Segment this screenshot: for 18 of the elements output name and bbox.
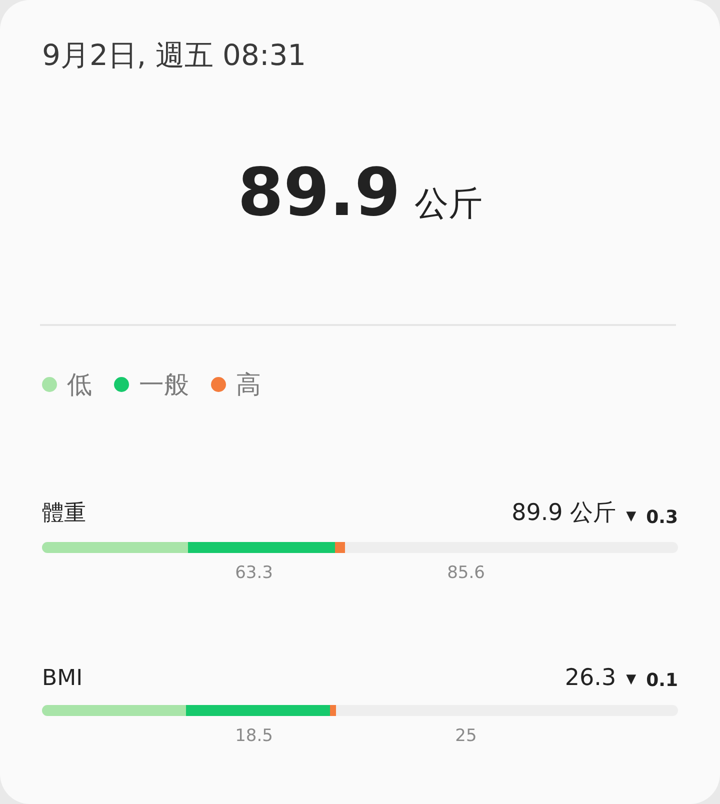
metric-name: BMI xyxy=(42,666,83,691)
threshold-label: 85.6 xyxy=(447,563,485,583)
metric-change: 0.1 xyxy=(646,670,678,691)
metric-change: 0.3 xyxy=(646,507,678,528)
legend-label: 低 xyxy=(67,369,92,401)
metric-name: 體重 xyxy=(42,500,86,528)
weight-value: 89.9 xyxy=(238,154,400,231)
threshold-label: 25 xyxy=(455,726,477,746)
legend-label: 高 xyxy=(236,369,261,401)
threshold-label: 63.3 xyxy=(235,563,273,583)
legend-label: 一般 xyxy=(139,369,189,401)
metric-value: 89.9 公斤 xyxy=(512,499,616,528)
date-time: 9月2日, 週五 08:31 xyxy=(42,37,308,74)
trend-triangle-icon: ▼ xyxy=(626,509,636,524)
threshold-label: 18.5 xyxy=(235,726,273,746)
metric-value: 26.3 xyxy=(564,665,616,691)
weight-unit: 公斤 xyxy=(414,183,482,226)
trend-triangle-icon: ▼ xyxy=(626,672,636,687)
